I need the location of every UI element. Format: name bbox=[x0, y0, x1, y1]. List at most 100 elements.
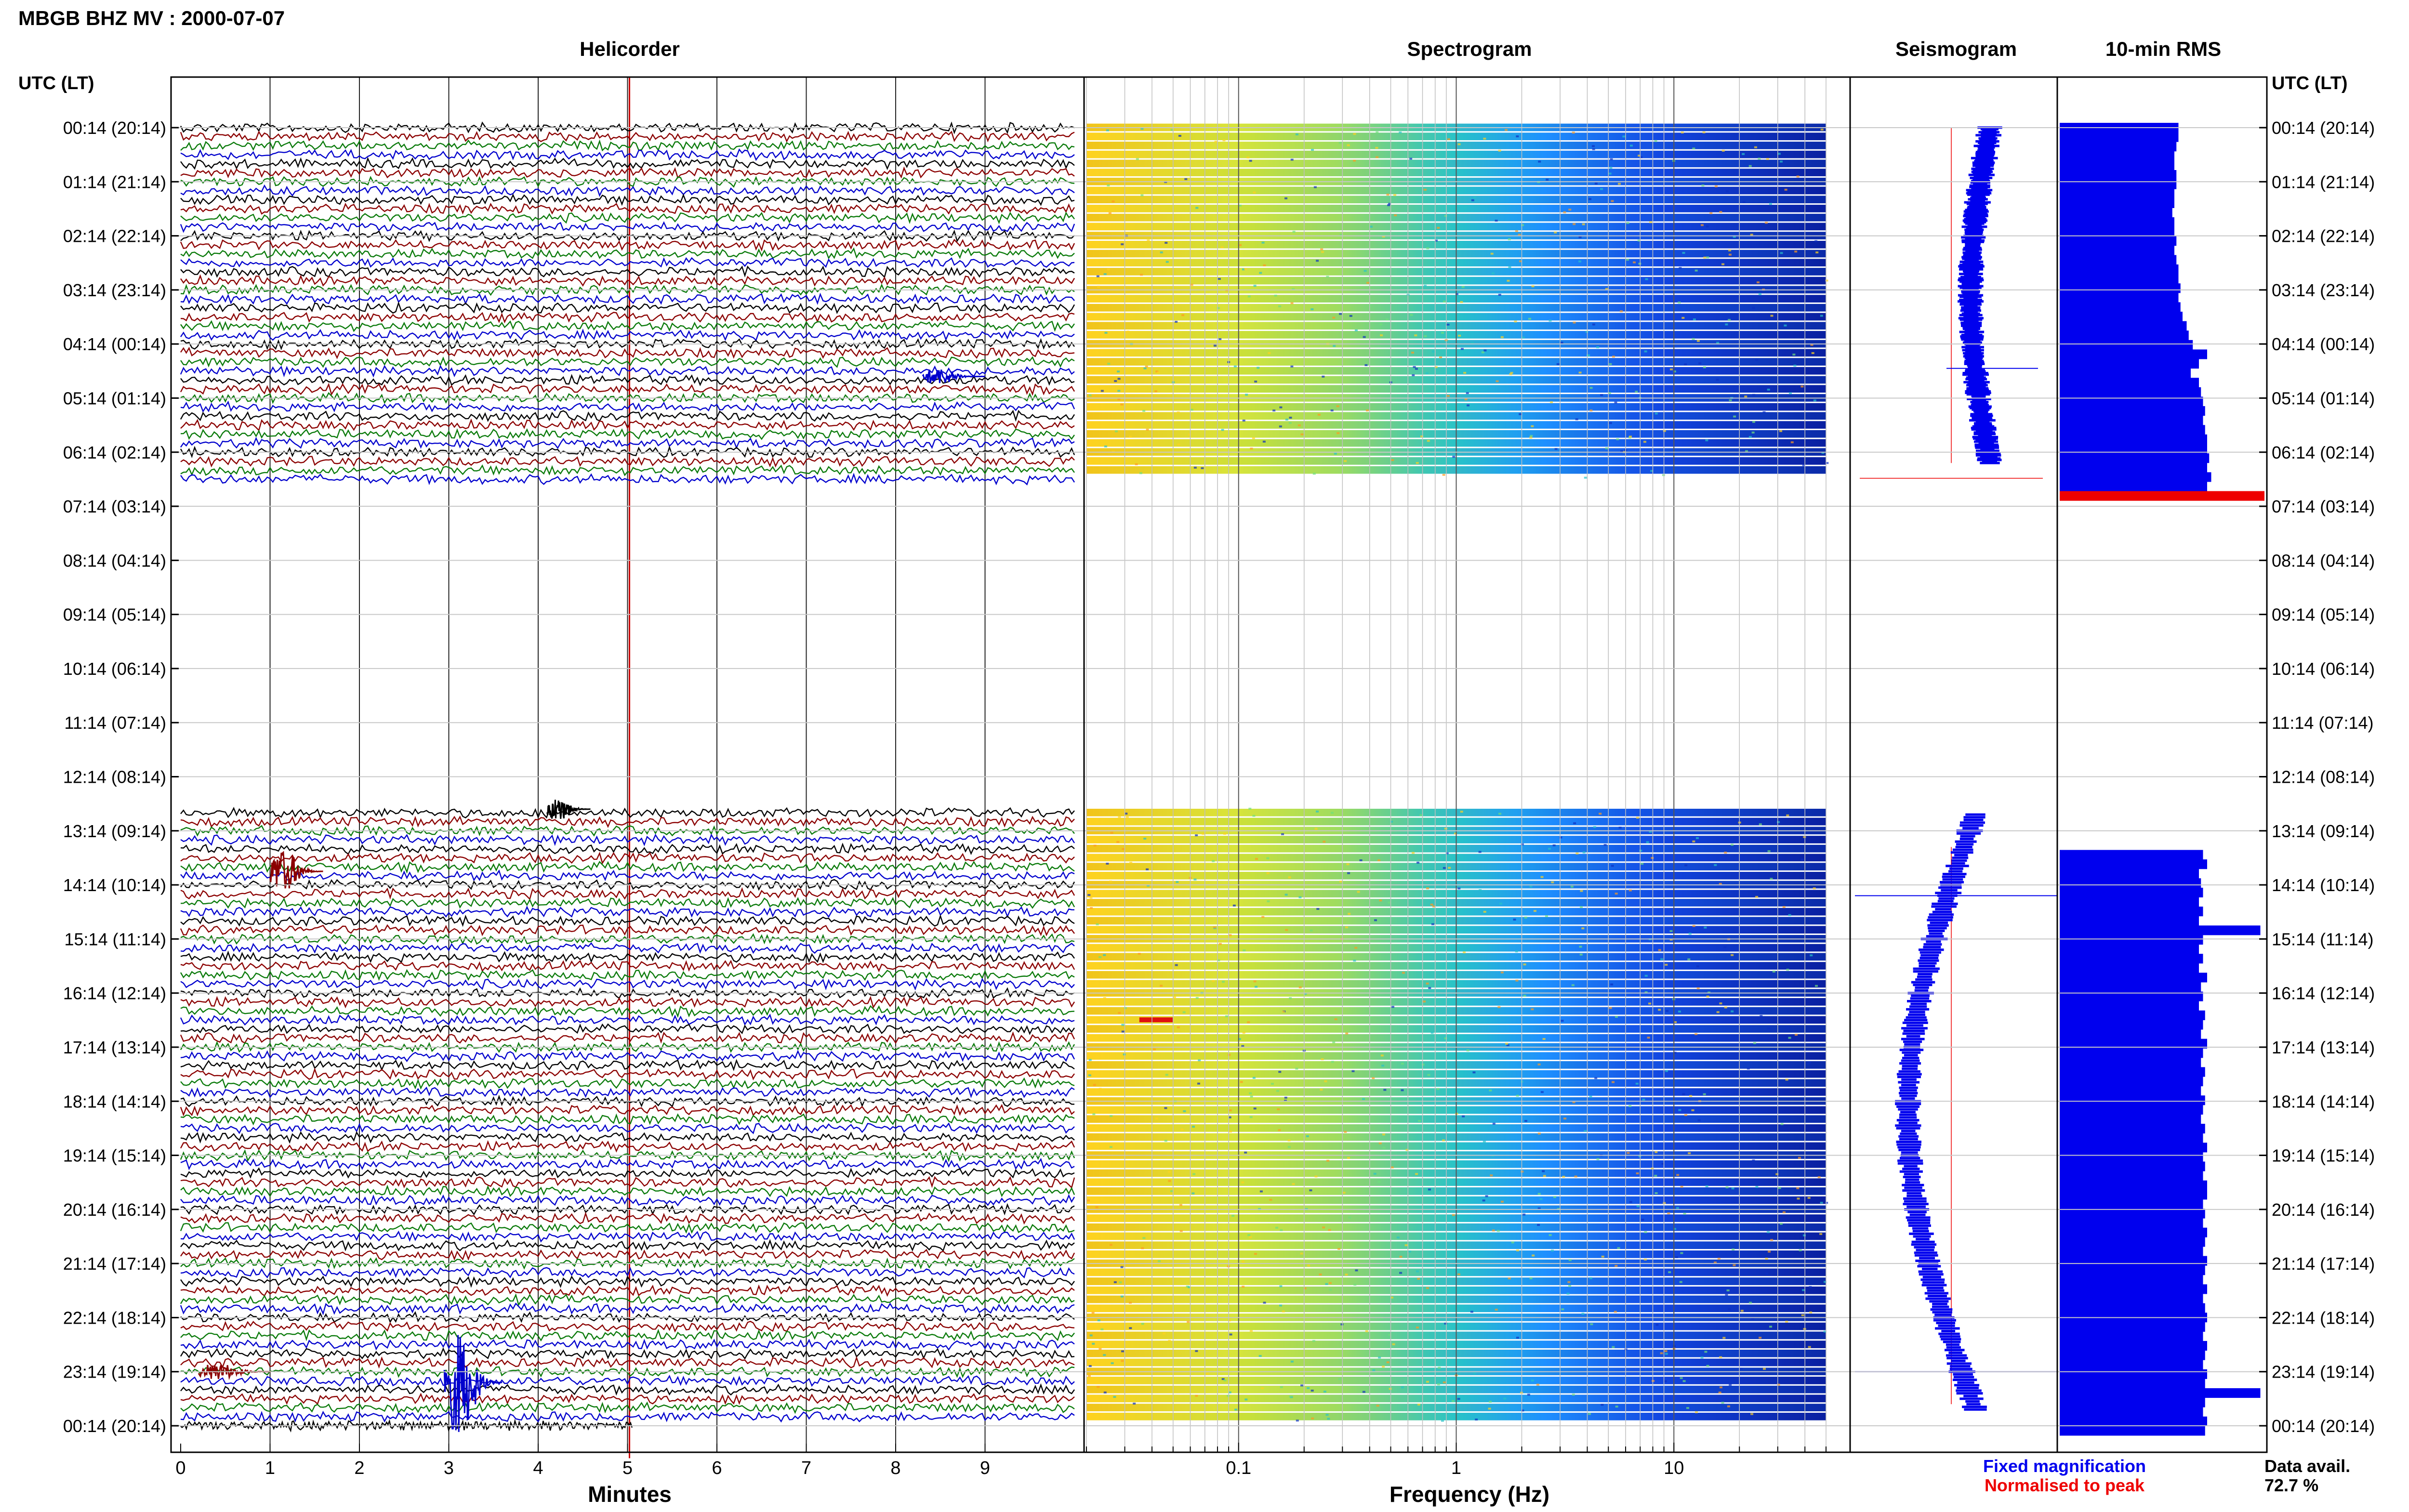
spectrogram-speckle bbox=[1339, 313, 1342, 315]
rms-bar bbox=[2060, 897, 2199, 907]
spectrogram-speckle bbox=[1635, 391, 1638, 393]
spectrogram-speckle bbox=[1704, 926, 1707, 929]
spectrogram-speckle bbox=[1508, 1277, 1511, 1280]
spectrogram-speckle bbox=[1195, 1394, 1198, 1397]
spectrogram-speckle bbox=[1466, 392, 1469, 394]
spectrogram-speckle bbox=[1722, 1337, 1726, 1339]
spectrogram-speckle bbox=[1379, 899, 1382, 902]
spectrogram-speckle bbox=[1363, 270, 1367, 272]
time-label-right: 11:14 (07:14) bbox=[2272, 713, 2373, 733]
spectrogram-speckle bbox=[1508, 266, 1511, 269]
spectrogram-speckle bbox=[1679, 1281, 1682, 1283]
spectrogram-speckle bbox=[1252, 437, 1255, 439]
spectrogram-speckle bbox=[1582, 851, 1586, 854]
spectrogram-speckle bbox=[1703, 1093, 1706, 1095]
spectrogram-speckle bbox=[1344, 460, 1347, 462]
spectrogram-speckle bbox=[1279, 1304, 1283, 1307]
spectrogram-speckle bbox=[1568, 1285, 1572, 1287]
spectrogram-speckle bbox=[1706, 256, 1709, 259]
spectrogram-speckle bbox=[1121, 1350, 1125, 1353]
spectrogram-speckle bbox=[1276, 1090, 1279, 1092]
spectrogram-speckle bbox=[1523, 963, 1526, 966]
spectrogram-speckle bbox=[1441, 331, 1444, 334]
spectrogram-speckle bbox=[1278, 305, 1282, 308]
spectrogram-speckle bbox=[1418, 1120, 1421, 1122]
spectrogram-speckle bbox=[1292, 231, 1296, 233]
spectrogram-speckle bbox=[1379, 323, 1383, 326]
spectrogram-speckle bbox=[1681, 316, 1685, 319]
spectrogram-speckle bbox=[1489, 1401, 1492, 1403]
spectrogram-speckle bbox=[1231, 1215, 1235, 1217]
spectrogram-speckle bbox=[1255, 858, 1258, 860]
spectrogram-speckle bbox=[1437, 226, 1440, 229]
spectrogram-speckle bbox=[1490, 1174, 1493, 1177]
spectrogram-speckle bbox=[1325, 1414, 1329, 1416]
spectrogram-speckle bbox=[1770, 1239, 1774, 1241]
spectrogram-speckle bbox=[1254, 381, 1257, 383]
spectrogram-speckle bbox=[1728, 1308, 1731, 1311]
spectrogram-speckle bbox=[1401, 1089, 1404, 1091]
spectrogram-speckle bbox=[1644, 974, 1648, 977]
spectrogram-speckle bbox=[1417, 1404, 1420, 1406]
spectrogram-speckle bbox=[1799, 1249, 1802, 1251]
spectrogram-speckle bbox=[1485, 1195, 1488, 1197]
spectrogram-speckle bbox=[1779, 160, 1783, 163]
frequency-tick-label: 0.1 bbox=[1226, 1458, 1251, 1478]
time-label-right: 08:14 (04:14) bbox=[2272, 551, 2375, 570]
spectrogram-speckle bbox=[1664, 1350, 1668, 1352]
spectrogram-speckle bbox=[1345, 1274, 1348, 1276]
spectrogram-speckle bbox=[1107, 363, 1111, 365]
spectrogram-speckle bbox=[1529, 1277, 1533, 1279]
spectrogram-speckle bbox=[1097, 286, 1100, 288]
spectrogram-speckle bbox=[1615, 1265, 1618, 1267]
spectrogram-speckle bbox=[1258, 1355, 1262, 1357]
spectrogram-speckle bbox=[1143, 367, 1147, 369]
spectrogram-speckle bbox=[1516, 1337, 1519, 1339]
spectrogram-speckle bbox=[1809, 1286, 1812, 1288]
spectrogram-speckle bbox=[1586, 354, 1589, 356]
spectrogram-speckle bbox=[1530, 434, 1533, 437]
spectrogram-speckle bbox=[1247, 1021, 1250, 1024]
spectrogram-speckle bbox=[1636, 1205, 1640, 1208]
spectrogram-speckle bbox=[1788, 914, 1791, 916]
spectrogram-speckle bbox=[1687, 958, 1691, 960]
spectrogram-speckle bbox=[1768, 1250, 1771, 1253]
spectrogram-speckle bbox=[1572, 131, 1575, 134]
spectrogram-speckle bbox=[1724, 852, 1727, 854]
spectrogram-speckle bbox=[1245, 394, 1248, 396]
spectrogram-speckle bbox=[1446, 394, 1450, 397]
spectrogram-speckle bbox=[1820, 315, 1823, 317]
spectrogram-speckle bbox=[1436, 1088, 1440, 1090]
spectrogram-speckle bbox=[1528, 317, 1531, 320]
spectrogram-speckle bbox=[1383, 1089, 1387, 1091]
rms-bar bbox=[2060, 1227, 2207, 1237]
spectrogram-speckle bbox=[1719, 1386, 1722, 1389]
spectrogram-speckle bbox=[1322, 375, 1325, 378]
spectrogram-speckle bbox=[1107, 134, 1110, 137]
spectrogram-speckle bbox=[1505, 129, 1508, 131]
rms-bar bbox=[2060, 1077, 2203, 1087]
spectrogram-speckle bbox=[1633, 261, 1636, 263]
spectrogram-speckle bbox=[1463, 372, 1467, 374]
spectrogram-speckle bbox=[1372, 1077, 1375, 1079]
spectrogram-speckle bbox=[1323, 841, 1326, 843]
spectrogram-speckle bbox=[1655, 412, 1658, 415]
spectrogram-speckle bbox=[1527, 1394, 1530, 1396]
spectrogram-speckle bbox=[1490, 252, 1494, 255]
spectrogram-speckle bbox=[1198, 1059, 1201, 1062]
spectrogram-speckle bbox=[1523, 995, 1526, 997]
spectrogram-speckle bbox=[1457, 1398, 1460, 1400]
spectrogram-speckle bbox=[1141, 1247, 1144, 1249]
spectrogram-speckle bbox=[1289, 997, 1292, 999]
spectrogram-speckle bbox=[1464, 398, 1468, 401]
spectrogram-speckle bbox=[1515, 230, 1518, 232]
spectrogram-speckle bbox=[1316, 260, 1319, 262]
spectrogram-speckle bbox=[1158, 1260, 1161, 1262]
spectrogram-speckle bbox=[1354, 329, 1358, 331]
spectrogram-speckle bbox=[1489, 1089, 1492, 1091]
spectrogram-speckle bbox=[1373, 1172, 1377, 1175]
spectrogram-speckle bbox=[1342, 1192, 1346, 1194]
spectrogram-speckle bbox=[1758, 293, 1761, 295]
spectrogram-speckle bbox=[1099, 1348, 1102, 1350]
spectrogram-speckle bbox=[1767, 388, 1770, 391]
